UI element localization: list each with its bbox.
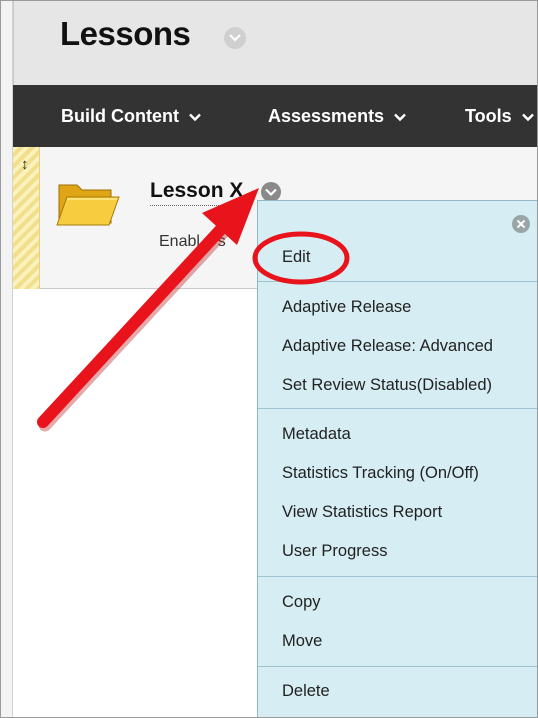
lesson-options-chevron-icon[interactable] <box>261 182 281 202</box>
menu-item-copy[interactable]: Copy <box>282 593 321 612</box>
action-bar: Build Content Assessments Tools <box>13 85 537 147</box>
menu-group-tracking: Metadata Statistics Tracking (On/Off) Vi… <box>258 408 537 576</box>
context-menu: Edit Adaptive Release Adaptive Release: … <box>257 200 537 717</box>
menu-group-delete: Delete <box>258 666 537 717</box>
drag-handle-icon: ↕ <box>21 156 29 173</box>
folder-icon <box>55 177 121 234</box>
menu-item-edit[interactable]: Edit <box>282 248 310 267</box>
menu-item-view-statistics-report[interactable]: View Statistics Report <box>282 503 442 522</box>
page-header: Lessons <box>13 1 537 85</box>
lesson-title-link[interactable]: Lesson X <box>150 179 244 206</box>
build-content-label: Build Content <box>61 105 179 126</box>
lesson-status-text: Enabl... s <box>159 233 226 250</box>
build-content-menu[interactable]: Build Content <box>61 105 201 127</box>
menu-item-delete[interactable]: Delete <box>282 682 330 701</box>
menu-item-adaptive-release-advanced[interactable]: Adaptive Release: Advanced <box>282 337 493 356</box>
menu-item-metadata[interactable]: Metadata <box>282 425 351 444</box>
page-title: Lessons <box>60 15 191 52</box>
assessments-label: Assessments <box>268 105 385 126</box>
chevron-down-icon <box>521 106 534 127</box>
menu-group-edit: Edit <box>258 201 537 281</box>
menu-group-copy-move: Copy Move <box>258 576 537 666</box>
left-gutter <box>1 1 13 717</box>
tools-menu[interactable]: Tools <box>465 105 534 127</box>
lesson-status-tail: s <box>217 233 226 250</box>
tools-label: Tools <box>465 105 512 126</box>
menu-item-set-review-status[interactable]: Set Review Status(Disabled) <box>282 376 492 395</box>
chevron-down-icon <box>394 106 406 127</box>
lesson-status-visible: Enabl <box>159 233 200 250</box>
page-title-chevron-icon[interactable] <box>224 27 246 49</box>
menu-item-adaptive-release[interactable]: Adaptive Release <box>282 298 411 317</box>
app-frame: Lessons Build Content Assessments Tools <box>0 0 538 718</box>
assessments-menu[interactable]: Assessments <box>268 105 406 127</box>
menu-item-statistics-tracking[interactable]: Statistics Tracking (On/Off) <box>282 464 479 483</box>
menu-item-user-progress[interactable]: User Progress <box>282 542 387 561</box>
menu-group-release: Adaptive Release Adaptive Release: Advan… <box>258 281 537 408</box>
chevron-down-icon <box>189 106 201 127</box>
menu-item-move[interactable]: Move <box>282 632 322 651</box>
drag-handle[interactable]: ↕ <box>13 147 40 289</box>
